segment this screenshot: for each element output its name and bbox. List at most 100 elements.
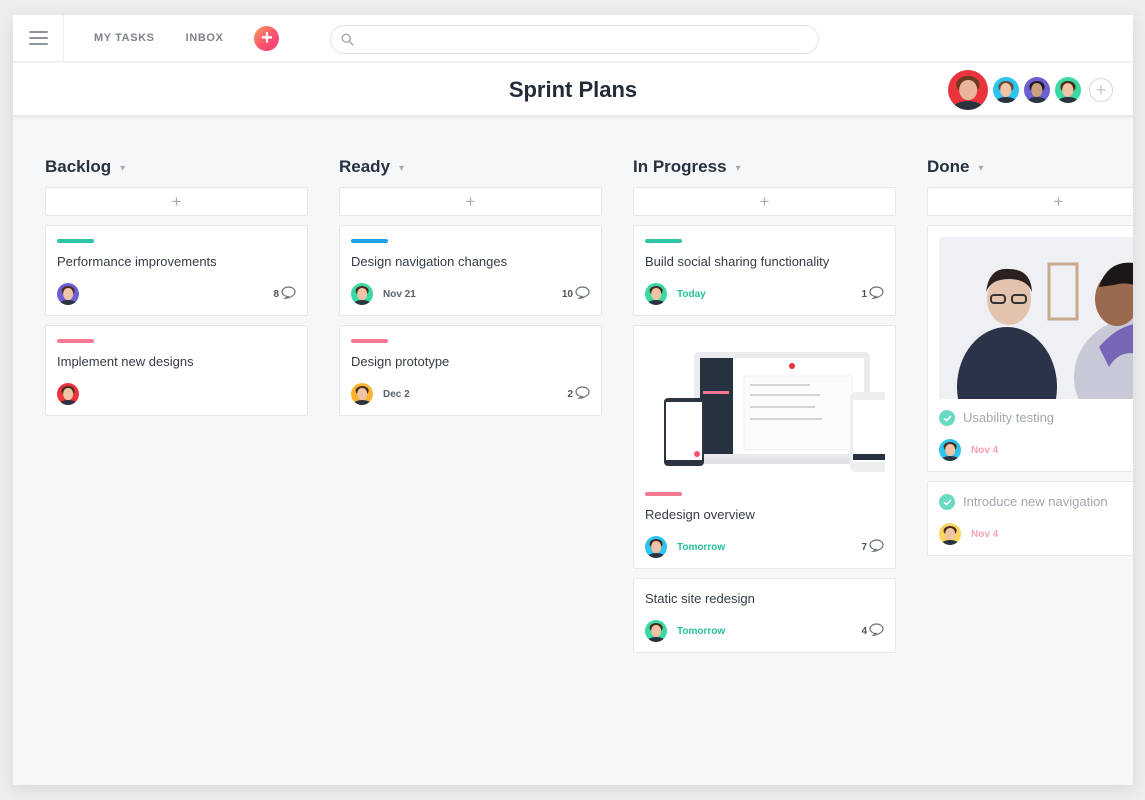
card-footer: Nov 4 [939, 523, 1133, 545]
assignee-avatar[interactable] [939, 439, 961, 461]
due-date[interactable]: Tomorrow [677, 626, 725, 637]
assignee-avatar[interactable] [351, 283, 373, 305]
color-tag [351, 239, 388, 243]
member-avatar[interactable] [1055, 77, 1081, 103]
column-backlog: Backlog ▾ + Performance improvements 8 Implem… [45, 155, 308, 662]
add-task-button[interactable]: + [633, 187, 896, 216]
chevron-down-icon[interactable]: ▾ [120, 163, 125, 174]
comment-count[interactable]: 7 [861, 539, 884, 555]
add-task-button[interactable]: + [45, 187, 308, 216]
task-card[interactable]: Build social sharing functionality Today 1 [633, 225, 896, 316]
column-header: Ready ▾ [339, 155, 602, 179]
card-footer [57, 383, 296, 405]
comment-count[interactable]: 4 [861, 623, 884, 639]
nav-my-tasks[interactable]: MY TASKS [94, 32, 155, 44]
chevron-down-icon[interactable]: ▾ [736, 163, 741, 174]
task-card[interactable]: Design navigation changes Nov 21 10 [339, 225, 602, 316]
assignee-avatar[interactable] [351, 383, 373, 405]
checkmark-icon[interactable] [939, 494, 955, 510]
comment-icon [867, 286, 884, 302]
task-card[interactable]: Redesign overview Tomorrow 7 [633, 325, 896, 569]
comment-count[interactable]: 8 [273, 286, 296, 302]
hamburger-icon[interactable] [13, 15, 64, 62]
due-date[interactable]: Today [677, 289, 706, 300]
team-photo-image [939, 237, 1133, 399]
nav-inbox[interactable]: INBOX [186, 32, 224, 44]
task-title: Design prototype [351, 353, 590, 371]
task-name: Build social sharing functionality [645, 254, 830, 269]
project-header: Sprint Plans + [13, 63, 1133, 116]
due-date[interactable]: Tomorrow [677, 542, 725, 553]
app-window: MY TASKS INBOX + Sprint Plans + Backlog ▾… [13, 15, 1133, 785]
task-title: Usability testing [939, 409, 1133, 427]
card-footer: Nov 4 [939, 439, 1133, 461]
column-header: Done ▾ [927, 155, 1133, 179]
search-input[interactable] [360, 32, 818, 47]
member-avatar[interactable] [993, 77, 1019, 103]
comment-icon [279, 286, 296, 302]
task-name: Implement new designs [57, 354, 194, 369]
due-date[interactable]: Nov 4 [971, 529, 998, 540]
column-title: Done [927, 157, 970, 176]
task-card[interactable]: Introduce new navigation Nov 4 [927, 481, 1133, 556]
assignee-avatar[interactable] [939, 523, 961, 545]
task-name: Design prototype [351, 354, 450, 369]
add-member-button[interactable]: + [1089, 78, 1113, 102]
column-header: In Progress ▾ [633, 155, 896, 179]
comment-count[interactable]: 10 [562, 286, 590, 302]
task-card[interactable]: Performance improvements 8 [45, 225, 308, 316]
comment-count[interactable]: 2 [567, 386, 590, 402]
checkmark-icon[interactable] [939, 410, 955, 426]
assignee-avatar[interactable] [645, 283, 667, 305]
assignee-avatar[interactable] [57, 283, 79, 305]
chevron-down-icon[interactable]: ▾ [979, 163, 984, 174]
comment-count[interactable]: 1 [861, 286, 884, 302]
chevron-down-icon[interactable]: ▾ [399, 163, 404, 174]
due-date[interactable]: Dec 2 [383, 389, 410, 400]
task-name: Design navigation changes [351, 254, 508, 269]
task-name: Static site redesign [645, 591, 755, 606]
column-title: In Progress [633, 157, 727, 176]
device-mockup-image [644, 336, 885, 482]
task-card[interactable]: Implement new designs [45, 325, 308, 416]
search-icon [341, 33, 354, 46]
task-card[interactable]: Static site redesign Tomorrow 4 [633, 578, 896, 653]
add-task-button[interactable]: + [339, 187, 602, 216]
task-name: Usability testing [963, 410, 1055, 425]
card-footer: 8 [57, 283, 296, 305]
column-title: Ready [339, 157, 391, 176]
top-bar: MY TASKS INBOX + [13, 15, 1133, 62]
search-bar[interactable] [330, 25, 819, 54]
task-title: Static site redesign [645, 590, 884, 608]
card-image [644, 336, 885, 482]
color-tag [351, 339, 388, 343]
plus-icon: + [261, 27, 273, 49]
column-ready: Ready ▾ + Design navigation changes Nov 21 10… [339, 155, 602, 662]
column-done: Done ▾ + Usability testing Nov 4 Introduce ne… [927, 155, 1133, 662]
comment-icon [573, 386, 590, 402]
task-card[interactable]: Design prototype Dec 2 2 [339, 325, 602, 416]
project-members: + [943, 70, 1113, 110]
assignee-avatar[interactable] [645, 536, 667, 558]
comment-icon [867, 623, 884, 639]
due-date[interactable]: Nov 21 [383, 289, 416, 300]
member-avatar[interactable] [948, 70, 988, 110]
member-avatar[interactable] [1024, 77, 1050, 103]
color-tag [645, 492, 682, 496]
assignee-avatar[interactable] [645, 620, 667, 642]
card-footer: Today 1 [645, 283, 884, 305]
task-card[interactable]: Usability testing Nov 4 [927, 225, 1133, 472]
color-tag [57, 339, 94, 343]
card-footer: Tomorrow 4 [645, 620, 884, 642]
comment-icon [573, 286, 590, 302]
due-date[interactable]: Nov 4 [971, 445, 998, 456]
task-title: Implement new designs [57, 353, 296, 371]
comment-count-value: 10 [561, 288, 573, 300]
quick-add-button[interactable]: + [254, 25, 280, 51]
assignee-avatar[interactable] [57, 383, 79, 405]
add-task-button[interactable]: + [927, 187, 1133, 216]
column-header: Backlog ▾ [45, 155, 308, 179]
card-image [939, 237, 1133, 399]
task-title: Design navigation changes [351, 253, 590, 271]
card-footer: Dec 2 2 [351, 383, 590, 405]
